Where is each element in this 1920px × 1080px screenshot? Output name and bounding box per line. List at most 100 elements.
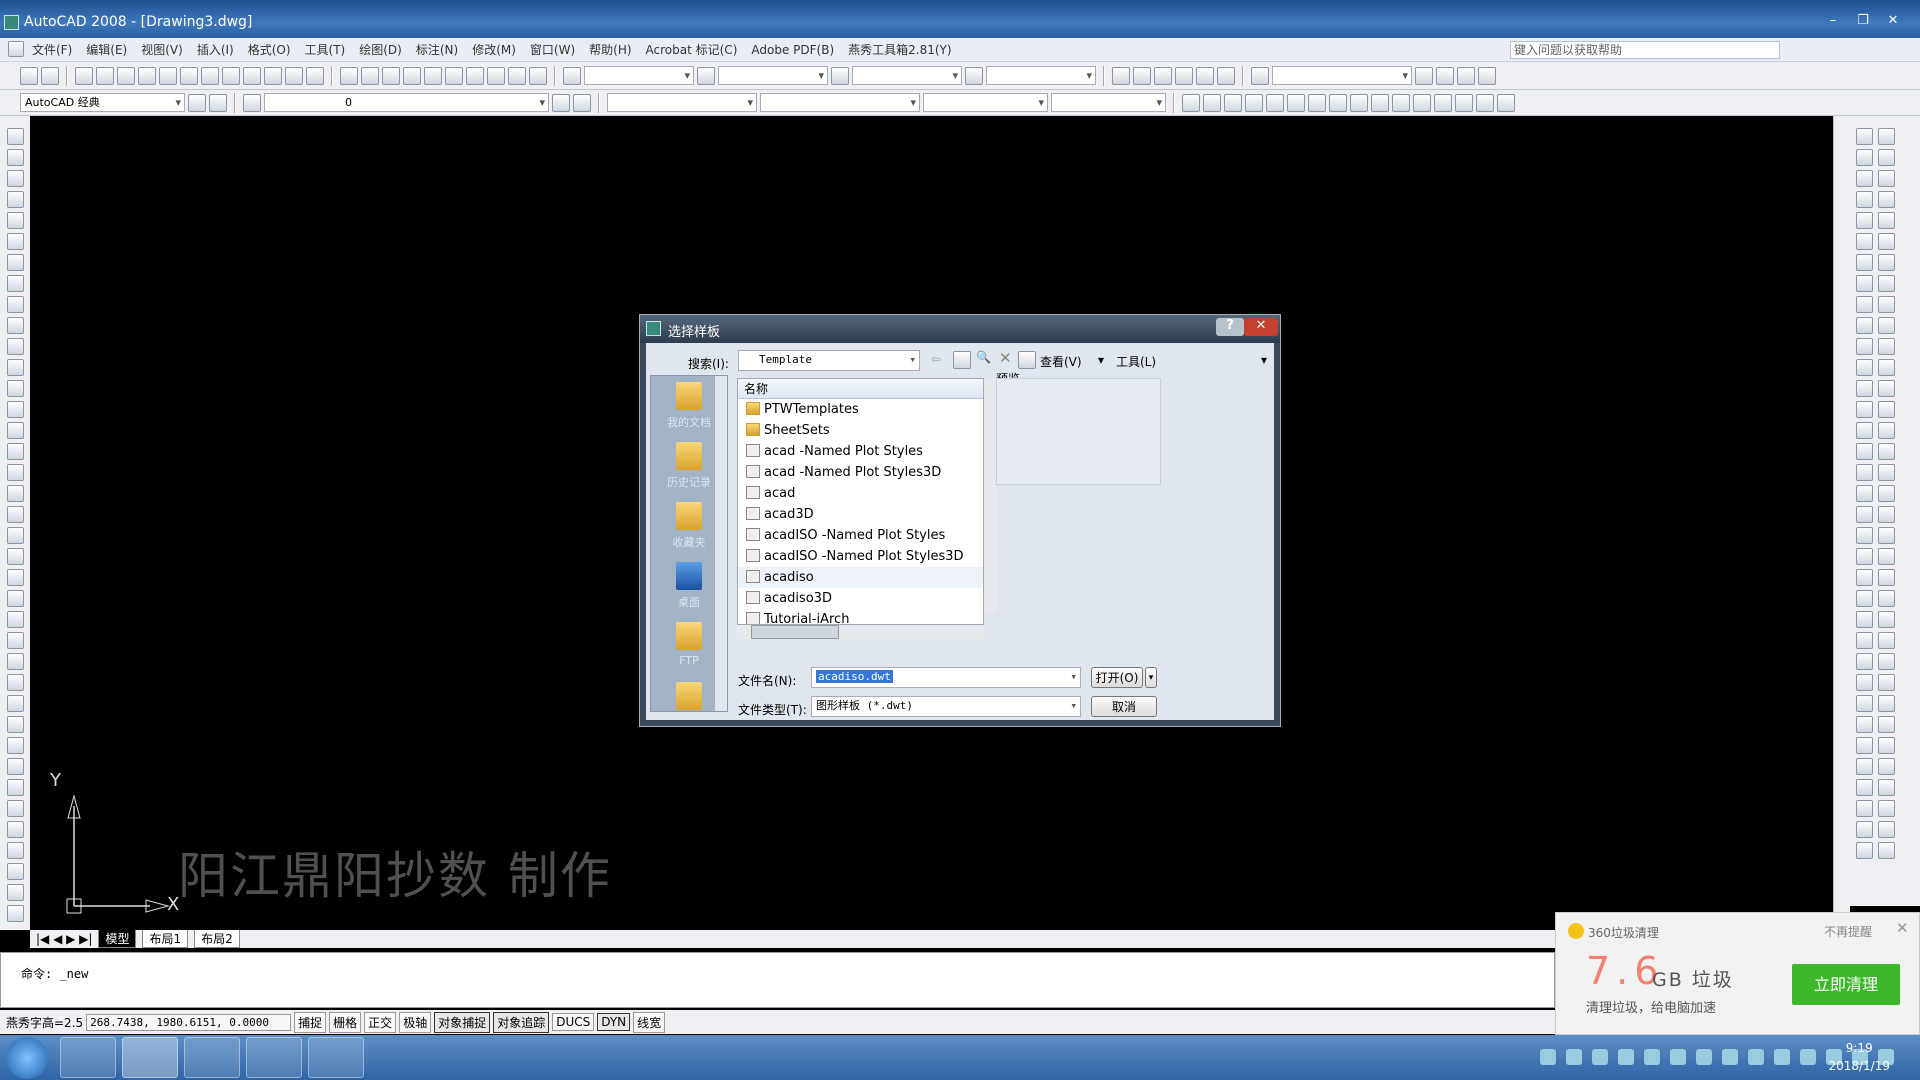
status-toggle[interactable]: 对象追踪 bbox=[493, 1011, 550, 1033]
toolbar-icon[interactable] bbox=[1112, 66, 1130, 85]
tray-icon[interactable] bbox=[1696, 1049, 1712, 1065]
status-toggle[interactable]: 捕捉 bbox=[294, 1011, 327, 1033]
toolbar-icon[interactable] bbox=[445, 66, 463, 85]
status-toggle[interactable]: DUCS bbox=[552, 1013, 595, 1031]
tab-model[interactable]: 模型 bbox=[98, 930, 137, 948]
modify-tool-icon[interactable] bbox=[1856, 485, 1873, 502]
workspace-select[interactable]: AutoCAD 经典 bbox=[20, 93, 185, 112]
tab-layout1[interactable]: 布局1 bbox=[142, 930, 189, 948]
tray-icon[interactable] bbox=[1618, 1049, 1634, 1065]
modify-tool-icon[interactable] bbox=[1856, 401, 1873, 418]
modify-tool-icon[interactable] bbox=[1878, 800, 1895, 817]
modify-tool-icon[interactable] bbox=[1878, 212, 1895, 229]
menu-item[interactable]: 编辑(E) bbox=[86, 41, 127, 58]
modify-tool-icon[interactable] bbox=[1878, 737, 1895, 754]
modify-tool-icon[interactable] bbox=[1856, 527, 1873, 544]
draw-tool-icon[interactable] bbox=[6, 464, 24, 481]
file-list-item[interactable]: acadiso bbox=[738, 567, 983, 588]
modify-tool-icon[interactable] bbox=[1878, 527, 1895, 544]
modify-tool-icon[interactable] bbox=[1856, 296, 1873, 313]
table-style-select[interactable] bbox=[852, 66, 962, 85]
views-dropdown-icon[interactable]: ▾ bbox=[1098, 353, 1104, 367]
vertical-scrollbar[interactable] bbox=[1833, 116, 1850, 930]
menu-item[interactable]: 格式(O) bbox=[248, 41, 291, 58]
modify-tool-icon[interactable] bbox=[1878, 359, 1895, 376]
toolbar-icon[interactable] bbox=[1203, 93, 1221, 112]
file-list-item[interactable]: acadISO -Named Plot Styles bbox=[738, 525, 983, 546]
toolbar-icon[interactable] bbox=[285, 66, 303, 85]
multileader-select[interactable] bbox=[986, 66, 1096, 85]
modify-tool-icon[interactable] bbox=[1856, 212, 1873, 229]
dim-style-icon[interactable] bbox=[697, 66, 715, 85]
draw-tool-icon[interactable] bbox=[6, 821, 24, 838]
modify-tool-icon[interactable] bbox=[1878, 149, 1895, 166]
draw-tool-icon[interactable] bbox=[6, 569, 24, 586]
toolbar-icon[interactable] bbox=[20, 66, 38, 85]
menu-item[interactable]: 绘图(D) bbox=[359, 41, 402, 58]
modify-tool-icon[interactable] bbox=[1856, 653, 1873, 670]
file-list-item[interactable]: acad3D bbox=[738, 504, 983, 525]
draw-tool-icon[interactable] bbox=[6, 296, 24, 313]
dialog-close-button[interactable]: ✕ bbox=[1244, 318, 1278, 336]
toolbar-input[interactable] bbox=[1272, 66, 1412, 85]
toolbar-icon[interactable] bbox=[466, 66, 484, 85]
color-select[interactable] bbox=[607, 93, 757, 112]
toolbar-icon[interactable] bbox=[1196, 66, 1214, 85]
draw-tool-icon[interactable] bbox=[6, 905, 24, 922]
draw-tool-icon[interactable] bbox=[6, 506, 24, 523]
draw-tool-icon[interactable] bbox=[6, 191, 24, 208]
toolbar-icon[interactable] bbox=[222, 66, 240, 85]
toolbar-icon[interactable] bbox=[96, 66, 114, 85]
modify-tool-icon[interactable] bbox=[1856, 842, 1873, 859]
modify-tool-icon[interactable] bbox=[1878, 653, 1895, 670]
toolbar-icon[interactable] bbox=[1245, 93, 1263, 112]
modify-tool-icon[interactable] bbox=[1856, 233, 1873, 250]
draw-tool-icon[interactable] bbox=[6, 884, 24, 901]
modify-tool-icon[interactable] bbox=[1856, 779, 1873, 796]
tray-icon[interactable] bbox=[1592, 1049, 1608, 1065]
modify-tool-icon[interactable] bbox=[1856, 338, 1873, 355]
modify-tool-icon[interactable] bbox=[1856, 191, 1873, 208]
modify-tool-icon[interactable] bbox=[1878, 716, 1895, 733]
modify-tool-icon[interactable] bbox=[1856, 590, 1873, 607]
toolbar-icon[interactable] bbox=[1371, 93, 1389, 112]
up-folder-icon[interactable] bbox=[953, 351, 971, 369]
help-search-input[interactable]: 键入问题以获取帮助 bbox=[1510, 41, 1780, 59]
draw-tool-icon[interactable] bbox=[6, 359, 24, 376]
modify-tool-icon[interactable] bbox=[1856, 443, 1873, 460]
toolbar-icon[interactable] bbox=[180, 66, 198, 85]
clean-now-button[interactable]: 立即清理 bbox=[1792, 964, 1900, 1005]
modify-tool-icon[interactable] bbox=[1878, 338, 1895, 355]
toolbar-icon[interactable] bbox=[41, 66, 59, 85]
draw-tool-icon[interactable] bbox=[6, 443, 24, 460]
modify-tool-icon[interactable] bbox=[1856, 317, 1873, 334]
draw-tool-icon[interactable] bbox=[6, 212, 24, 229]
search-web-icon[interactable]: 🔍 bbox=[976, 350, 991, 364]
toolbar-icon[interactable] bbox=[1308, 93, 1326, 112]
column-header-name[interactable]: 名称 bbox=[738, 379, 983, 399]
menu-item[interactable]: 视图(V) bbox=[141, 41, 183, 58]
file-list-item[interactable]: PTWTemplates bbox=[738, 399, 983, 420]
modify-tool-icon[interactable] bbox=[1856, 380, 1873, 397]
text-style-icon[interactable] bbox=[563, 66, 581, 85]
tab-nav-arrows[interactable]: |◀ ◀ ▶ ▶| bbox=[36, 932, 92, 946]
draw-tool-icon[interactable] bbox=[6, 401, 24, 418]
menu-item[interactable]: Acrobat 标记(C) bbox=[646, 41, 738, 58]
draw-tool-icon[interactable] bbox=[6, 380, 24, 397]
filetype-select[interactable]: 图形样板 (*.dwt) bbox=[811, 696, 1081, 717]
menu-item[interactable]: Adobe PDF(B) bbox=[751, 43, 834, 57]
toolbar-icon[interactable] bbox=[1217, 66, 1235, 85]
modify-tool-icon[interactable] bbox=[1878, 506, 1895, 523]
draw-tool-icon[interactable] bbox=[6, 716, 24, 733]
toolbar-icon[interactable] bbox=[382, 66, 400, 85]
modify-tool-icon[interactable] bbox=[1878, 611, 1895, 628]
menu-item[interactable]: 帮助(H) bbox=[589, 41, 631, 58]
tab-layout2[interactable]: 布局2 bbox=[194, 930, 240, 948]
modify-tool-icon[interactable] bbox=[1878, 758, 1895, 775]
taskbar-recorder[interactable] bbox=[308, 1037, 364, 1078]
document-icon[interactable] bbox=[8, 41, 24, 57]
places-scrollbar[interactable] bbox=[715, 376, 727, 711]
toolbar-icon[interactable] bbox=[487, 66, 505, 85]
menu-item[interactable]: 修改(M) bbox=[472, 41, 516, 58]
modify-tool-icon[interactable] bbox=[1856, 800, 1873, 817]
